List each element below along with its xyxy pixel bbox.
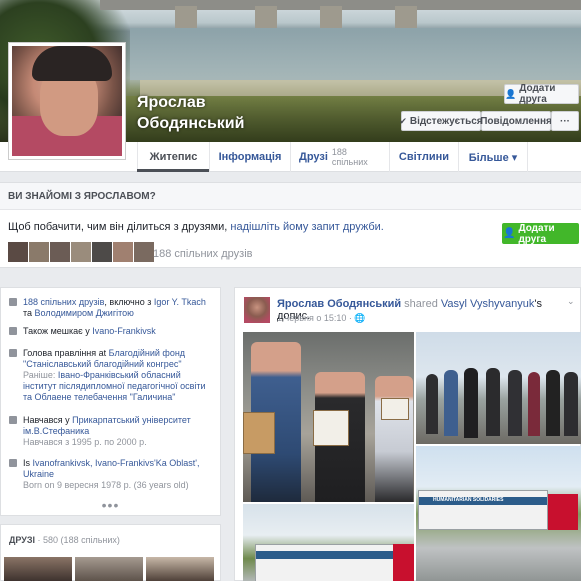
avatar[interactable] [71,242,91,262]
friend-request-prompt: Щоб побачити, чим він ділиться з друзями… [8,221,384,233]
more-options-button[interactable]: ··· [551,111,579,131]
intro-lives: Також мешкає у Ivano-Frankivsk [9,326,214,337]
cover-water [130,28,581,80]
intro-box: 188 спільних друзів, включно з Igor Y. T… [0,287,221,516]
add-friend-button[interactable]: 👤 Додати друга [504,83,579,105]
tab-more[interactable]: Більше ▾ [458,142,528,172]
tab-friends[interactable]: Друзі 188 спільних [290,142,389,172]
avatar [12,46,122,156]
avatar[interactable] [8,242,28,262]
friends-box: ДРУЗІ · 580 (188 спільних) [0,524,221,581]
avatar[interactable] [244,297,270,323]
post-photo[interactable]: HUMANITARIAN SOLIDARIES [416,446,581,581]
intro-education: Навчався у Прикарпатський університет ім… [9,415,214,448]
send-request-link[interactable]: надішліть йому запит дружби. [230,221,383,233]
post-timestamp[interactable]: 1 червня о 15:10 · 🌐 [277,313,366,324]
post-photo[interactable] [243,504,414,581]
globe-icon: 🌐 [354,313,366,323]
do-you-know-heading: ВИ ЗНАЙОМІ З ЯРОСЛАВОМ? [0,183,581,210]
post-photo[interactable] [243,332,414,502]
intro-work: Голова правління at Благодійний фонд "Ст… [9,348,214,403]
intro-more-button[interactable]: ••• [1,497,220,513]
mutual-friends-count[interactable]: 188 спільних друзів [153,248,252,260]
chevron-down-icon[interactable]: ⌄ [567,296,575,307]
avatar[interactable] [50,242,70,262]
friend-photo[interactable] [75,557,143,581]
briefcase-icon [9,349,17,357]
friend-photo[interactable] [4,557,72,581]
active-tab-indicator [137,169,209,172]
avatar[interactable] [134,242,154,262]
shared-post: Ярослав Ободянський shared Vasyl Vyshyva… [234,287,581,581]
home-icon [9,327,17,335]
add-friend-icon: 👤 [505,88,517,99]
post-photo[interactable] [416,332,581,444]
friend-photo[interactable] [146,557,214,581]
avatar[interactable] [29,242,49,262]
tab-about[interactable]: Інформація [209,142,290,172]
following-button[interactable]: ✔ Відстежується [399,111,483,131]
friends-heading[interactable]: ДРУЗІ · 580 (188 спільних) [9,535,120,545]
add-friend-icon: 👤 [503,228,516,239]
profile-picture[interactable] [8,42,126,160]
graduation-cap-icon [9,416,17,424]
do-you-know-box: ВИ ЗНАЙОМІ З ЯРОСЛАВОМ? Щоб побачити, чи… [0,182,581,268]
friends-icon [9,298,17,306]
avatar[interactable] [113,242,133,262]
message-button[interactable]: Повідомлення [480,111,552,131]
tab-photos[interactable]: Світлини [389,142,458,172]
add-friend-button-green[interactable]: 👤 Додати друга [502,223,579,245]
location-pin-icon [9,459,17,467]
check-icon: ✔ [399,115,407,126]
avatar[interactable] [92,242,112,262]
tab-timeline[interactable]: Житепис [137,142,209,172]
profile-name[interactable]: Ярослав Ободянський [137,92,297,134]
mutual-friends-avatars [8,242,154,262]
intro-mutual-friends: 188 спільних друзів, включно з Igor Y. T… [9,297,214,319]
intro-born: Is Ivanofrankivsk, Ivano-Frankivs'Ka Obl… [9,458,214,491]
